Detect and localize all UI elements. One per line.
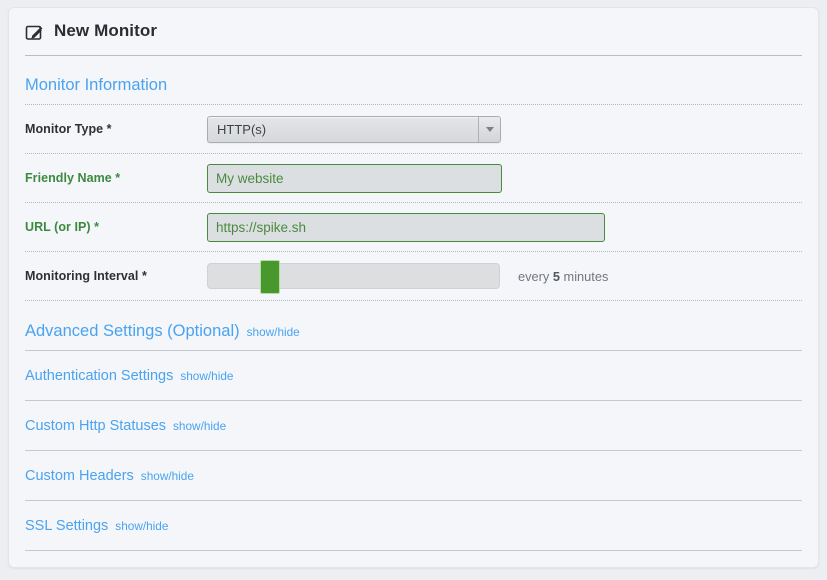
friendly-name-control: My website xyxy=(207,164,802,193)
monitor-type-select[interactable]: HTTP(s) xyxy=(207,116,501,143)
monitor-information-heading: Monitor Information xyxy=(25,56,802,104)
caption-suffix: minutes xyxy=(564,269,609,284)
caption-value: 5 xyxy=(553,269,560,284)
monitoring-interval-control: every 5 minutes xyxy=(207,263,802,289)
slider-handle[interactable] xyxy=(260,260,280,294)
page-title: New Monitor xyxy=(54,21,157,41)
url-control: https://spike.sh xyxy=(207,213,802,242)
field-row-url: URL (or IP) * https://spike.sh xyxy=(25,203,802,252)
advanced-row-custom-headers: Custom Headers show/hide xyxy=(25,451,802,501)
monitoring-interval-caption: every 5 minutes xyxy=(518,269,608,284)
card-header: New Monitor xyxy=(9,8,818,56)
friendly-name-label: Friendly Name * xyxy=(25,171,207,185)
authentication-settings-title[interactable]: Authentication Settings xyxy=(25,368,173,384)
chevron-down-icon[interactable] xyxy=(478,117,500,142)
friendly-name-input[interactable]: My website xyxy=(207,164,502,193)
advanced-settings-heading-row: Advanced Settings (Optional) show/hide xyxy=(25,301,802,350)
header-row: New Monitor xyxy=(25,21,802,56)
ssl-settings-show-hide-link[interactable]: show/hide xyxy=(115,519,168,533)
authentication-settings-show-hide-link[interactable]: show/hide xyxy=(180,369,233,383)
advanced-row-custom-http-statuses: Custom Http Statuses show/hide xyxy=(25,401,802,451)
triangle-down-glyph xyxy=(486,127,494,132)
custom-headers-show-hide-link[interactable]: show/hide xyxy=(141,469,194,483)
url-input[interactable]: https://spike.sh xyxy=(207,213,605,242)
page-root: New Monitor Monitor Information Monitor … xyxy=(0,0,827,580)
monitoring-interval-slider[interactable] xyxy=(207,263,500,289)
field-row-friendly-name: Friendly Name * My website xyxy=(25,154,802,203)
monitor-type-selected-value: HTTP(s) xyxy=(208,117,478,142)
monitor-type-label: Monitor Type * xyxy=(25,122,207,136)
advanced-row-authentication-settings: Authentication Settings show/hide xyxy=(25,351,802,401)
custom-http-statuses-title[interactable]: Custom Http Statuses xyxy=(25,418,166,434)
monitor-type-control: HTTP(s) xyxy=(207,116,802,143)
ssl-settings-title[interactable]: SSL Settings xyxy=(25,518,108,534)
edit-pencil-icon xyxy=(25,23,44,42)
advanced-settings-show-hide-link[interactable]: show/hide xyxy=(247,325,300,339)
monitoring-interval-label: Monitoring Interval * xyxy=(25,269,207,283)
advanced-row-ssl-settings: SSL Settings show/hide xyxy=(25,501,802,551)
new-monitor-card: New Monitor Monitor Information Monitor … xyxy=(8,7,819,568)
custom-http-statuses-show-hide-link[interactable]: show/hide xyxy=(173,419,226,433)
advanced-settings-title[interactable]: Advanced Settings (Optional) xyxy=(25,322,240,341)
custom-headers-title[interactable]: Custom Headers xyxy=(25,468,134,484)
caption-prefix: every xyxy=(518,269,549,284)
field-row-monitoring-interval: Monitoring Interval * every 5 minutes xyxy=(25,252,802,301)
url-label: URL (or IP) * xyxy=(25,220,207,234)
field-row-monitor-type: Monitor Type * HTTP(s) xyxy=(25,105,802,154)
card-body: Monitor Information Monitor Type * HTTP(… xyxy=(9,56,818,551)
